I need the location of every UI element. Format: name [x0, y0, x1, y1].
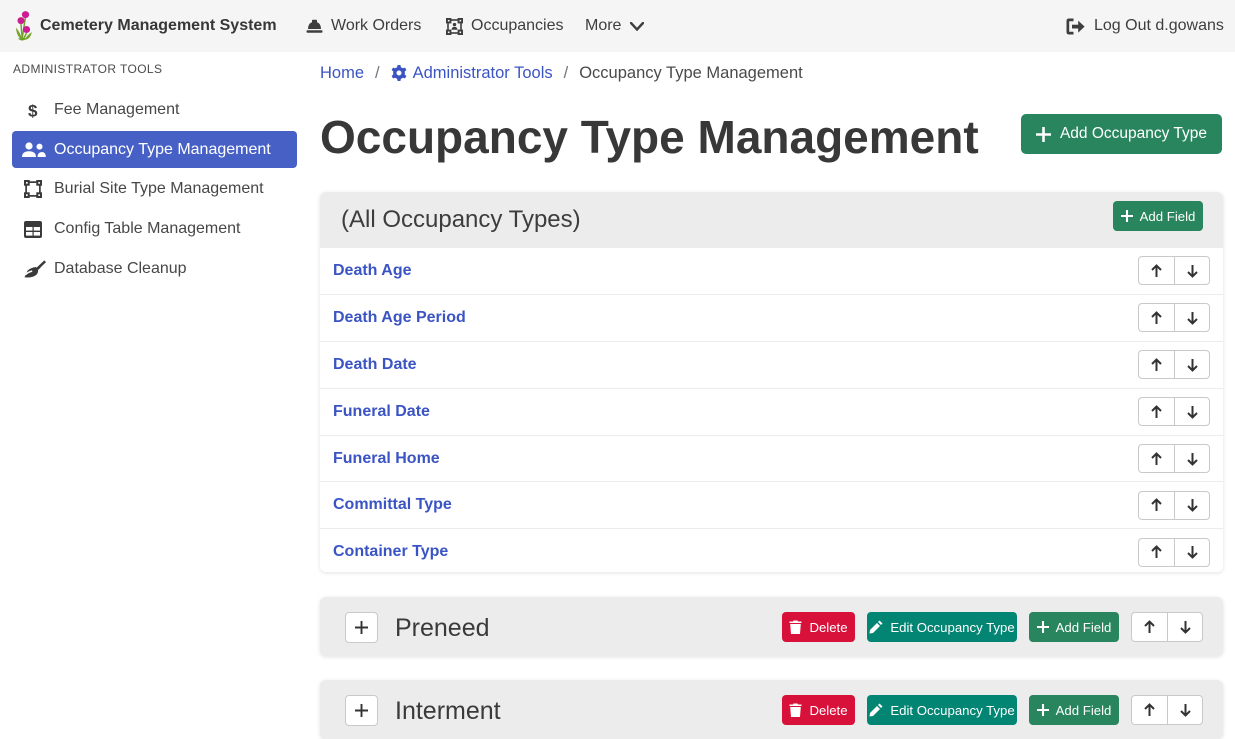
svg-text:$: $: [28, 102, 38, 119]
